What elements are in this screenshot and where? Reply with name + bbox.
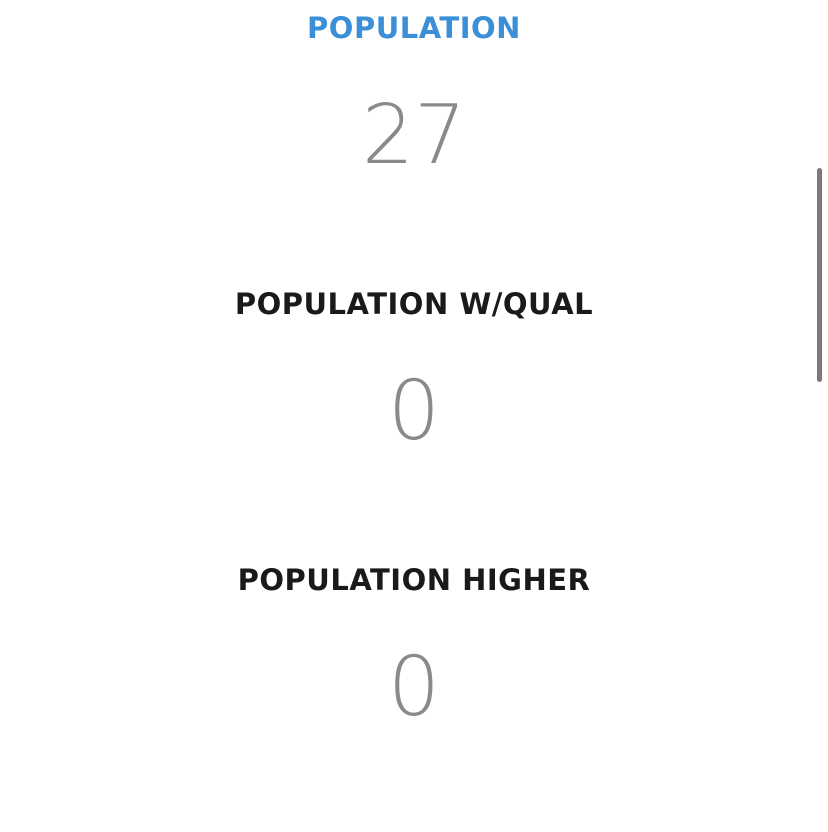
stats-panel: POPULATION 27 POPULATION W/QUAL 0 POPULA… <box>0 0 828 832</box>
scrollbar-thumb[interactable] <box>817 168 822 382</box>
population-higher-value: 0 <box>387 640 441 735</box>
population-label: POPULATION <box>307 11 521 45</box>
population-with-qual-label: POPULATION W/QUAL <box>234 287 594 321</box>
population-with-qual-value: 0 <box>387 364 441 459</box>
population-higher-label: POPULATION HIGHER <box>237 563 591 597</box>
population-value: 27 <box>361 88 467 183</box>
